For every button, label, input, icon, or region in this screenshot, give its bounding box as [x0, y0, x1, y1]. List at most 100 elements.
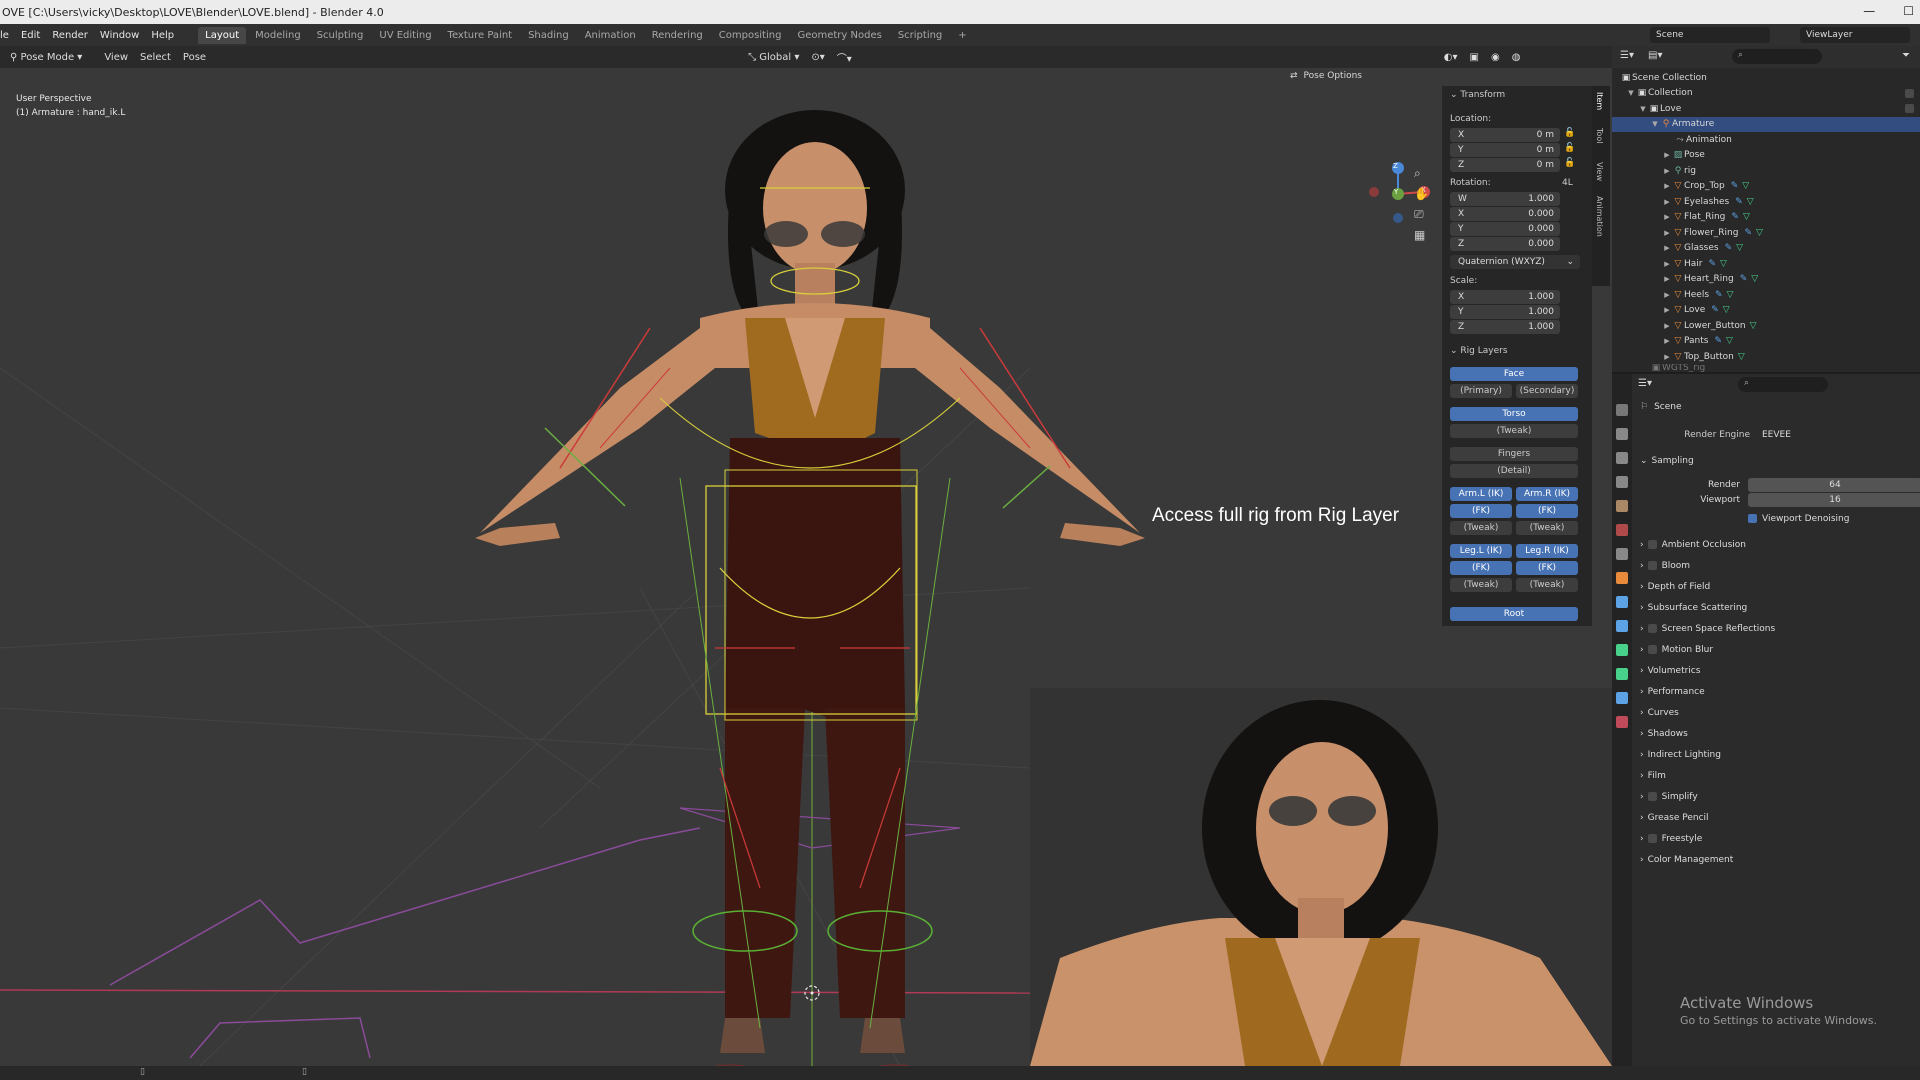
- render-tab-icon[interactable]: [1616, 428, 1628, 440]
- rig-layers-header[interactable]: ⌄ Rig Layers: [1450, 346, 1508, 356]
- panel-checkbox[interactable]: [1647, 624, 1657, 633]
- rig-layer-secondary[interactable]: (Secondary): [1516, 384, 1578, 398]
- maximize-button[interactable]: ☐: [1903, 4, 1914, 18]
- panel-grease-pencil[interactable]: › Grease Pencil: [1640, 807, 1920, 828]
- tree-row-animation[interactable]: ⤳ Animation: [1612, 132, 1920, 148]
- expand-arrow-icon[interactable]: ▶: [1662, 291, 1672, 299]
- location-y-field[interactable]: Y 0 m: [1450, 143, 1560, 157]
- outliner-search-input[interactable]: ⌕: [1732, 49, 1822, 64]
- constraint-tab-icon[interactable]: [1616, 620, 1628, 632]
- output-tab-icon[interactable]: [1616, 452, 1628, 464]
- pose-options[interactable]: ⇄ Pose Options: [1290, 68, 1362, 84]
- expand-arrow-icon[interactable]: ▼: [1650, 120, 1660, 128]
- panel-shadows[interactable]: › Shadows: [1640, 723, 1920, 744]
- minimize-button[interactable]: —: [1863, 4, 1875, 18]
- panel-checkbox[interactable]: [1647, 834, 1657, 843]
- menu-file[interactable]: le: [0, 30, 9, 41]
- panel-indirect-lighting[interactable]: › Indirect Lighting: [1640, 744, 1920, 765]
- scale-y-field[interactable]: Y 1.000: [1450, 305, 1560, 319]
- tab-item[interactable]: Item: [1594, 90, 1605, 112]
- rig-layer-leg-l-fk[interactable]: (FK): [1450, 561, 1512, 575]
- rig-layer-torso-tweak[interactable]: (Tweak): [1450, 424, 1578, 438]
- filter-icon[interactable]: ⏷: [1902, 50, 1910, 61]
- expand-arrow-icon[interactable]: ▶: [1662, 260, 1672, 268]
- expand-arrow-icon[interactable]: ▶: [1662, 306, 1672, 314]
- rig-layer-arm-l-tweak[interactable]: (Tweak): [1450, 521, 1512, 535]
- display-mode-icon[interactable]: ▤▾: [1648, 50, 1662, 61]
- tab-scripting[interactable]: Scripting: [891, 27, 949, 44]
- expand-arrow-icon[interactable]: ▶: [1662, 275, 1672, 283]
- rig-layer-fingers-detail[interactable]: (Detail): [1450, 464, 1578, 478]
- tree-row-wgts-rig[interactable]: ▣ WGTS_rig: [1612, 364, 1920, 372]
- tree-row-flower-ring[interactable]: ▶ ▽ Flower_Ring ✎ ▽: [1612, 225, 1920, 241]
- scene-tab-icon[interactable]: [1616, 500, 1628, 512]
- panel-color-management[interactable]: › Color Management: [1640, 849, 1920, 870]
- transform-header[interactable]: ⌄ Transform: [1450, 90, 1505, 100]
- expand-arrow-icon[interactable]: ▶: [1662, 244, 1672, 252]
- viewport-denoising-checkbox[interactable]: [1748, 514, 1757, 523]
- expand-arrow-icon[interactable]: ▶: [1662, 353, 1672, 361]
- tree-row-glasses[interactable]: ▶ ▽ Glasses ✎ ▽: [1612, 241, 1920, 257]
- rig-layer-arm-r-fk[interactable]: (FK): [1516, 504, 1578, 518]
- tree-row-lower-button[interactable]: ▶ ▽ Lower_Button ▽: [1612, 318, 1920, 334]
- tab-animation[interactable]: Animation: [578, 27, 643, 44]
- expand-arrow-icon[interactable]: ▶: [1662, 213, 1672, 221]
- shading-material-icon[interactable]: ◍: [1506, 50, 1527, 65]
- menu-view[interactable]: View: [98, 50, 134, 65]
- rig-layer-leg-l-tweak[interactable]: (Tweak): [1450, 578, 1512, 592]
- add-workspace-button[interactable]: +: [951, 27, 973, 44]
- expand-arrow-icon[interactable]: ▼: [1626, 89, 1636, 97]
- rig-layer-arm-l-fk[interactable]: (FK): [1450, 504, 1512, 518]
- panel-simplify[interactable]: › Simplify: [1640, 786, 1920, 807]
- rig-layer-leg-r-fk[interactable]: (FK): [1516, 561, 1578, 575]
- view-layer-tab-icon[interactable]: [1616, 476, 1628, 488]
- exclude-checkbox[interactable]: [1905, 88, 1914, 98]
- rig-layer-leg-r-tweak[interactable]: (Tweak): [1516, 578, 1578, 592]
- panel-curves[interactable]: › Curves: [1640, 702, 1920, 723]
- tree-row-scene-collection[interactable]: ▣ Scene Collection: [1612, 70, 1920, 86]
- panel-subsurface-scattering[interactable]: › Subsurface Scattering: [1640, 597, 1920, 618]
- panel-screen-space-reflections[interactable]: › Screen Space Reflections: [1640, 618, 1920, 639]
- menu-render[interactable]: Render: [52, 30, 88, 41]
- rig-layer-arm-r-ik[interactable]: Arm.R (IK): [1516, 487, 1578, 501]
- panel-checkbox[interactable]: [1647, 645, 1657, 654]
- snap-icon[interactable]: ⌒▾: [831, 48, 858, 67]
- world-tab-icon[interactable]: [1616, 524, 1628, 536]
- panel-film[interactable]: › Film: [1640, 765, 1920, 786]
- mode-selector[interactable]: ⚲ Pose Mode ▾: [4, 50, 88, 65]
- rotation-x-field[interactable]: X 0.000: [1450, 207, 1560, 221]
- panel-motion-blur[interactable]: › Motion Blur: [1640, 639, 1920, 660]
- pan-hand-icon[interactable]: ✋: [1414, 187, 1429, 201]
- lock-icon[interactable]: 🔓: [1564, 158, 1575, 168]
- view-layer-selector[interactable]: ViewLayer: [1800, 27, 1910, 43]
- panel-volumetrics[interactable]: › Volumetrics: [1640, 660, 1920, 681]
- tab-view[interactable]: View: [1594, 160, 1605, 183]
- tab-geometry-nodes[interactable]: Geometry Nodes: [790, 27, 888, 44]
- sampling-header[interactable]: ⌄ Sampling: [1640, 450, 1920, 471]
- tree-row-hair[interactable]: ▶ ▽ Hair ✎ ▽: [1612, 256, 1920, 272]
- tab-layout[interactable]: Layout: [198, 26, 247, 44]
- editor-type-icon[interactable]: ☰▾: [1638, 378, 1652, 389]
- rig-layer-arm-l-ik[interactable]: Arm.L (IK): [1450, 487, 1512, 501]
- tree-row-crop-top[interactable]: ▶ ▽ Crop_Top ✎ ▽: [1612, 179, 1920, 195]
- zoom-icon[interactable]: ⌕: [1414, 166, 1429, 181]
- menu-window[interactable]: Window: [100, 30, 139, 41]
- tab-uv-editing[interactable]: UV Editing: [372, 27, 438, 44]
- bone-tab-icon[interactable]: [1616, 668, 1628, 680]
- data-tab-icon[interactable]: [1616, 644, 1628, 656]
- tab-animation-side[interactable]: Animation: [1594, 194, 1605, 239]
- lock-icon[interactable]: 🔓: [1564, 128, 1575, 138]
- panel-checkbox[interactable]: [1647, 561, 1657, 570]
- modifier-tab-icon[interactable]: [1616, 596, 1628, 608]
- expand-arrow-icon[interactable]: ▼: [1638, 105, 1648, 113]
- tab-tool[interactable]: Tool: [1594, 126, 1605, 146]
- expand-arrow-icon[interactable]: ▶: [1662, 167, 1672, 175]
- rig-layer-leg-l-ik[interactable]: Leg.L (IK): [1450, 544, 1512, 558]
- tree-row-pose[interactable]: ▶ ▨ Pose: [1612, 148, 1920, 164]
- rotation-mode-select[interactable]: Quaternion (WXYZ) ⌄: [1450, 255, 1580, 269]
- tree-row-flat-ring[interactable]: ▶ ▽ Flat_Ring ✎ ▽: [1612, 210, 1920, 226]
- rotation-z-field[interactable]: Z 0.000: [1450, 237, 1560, 251]
- expand-arrow-icon[interactable]: ▶: [1662, 198, 1672, 206]
- tree-row-pants[interactable]: ▶ ▽ Pants ✎ ▽: [1612, 334, 1920, 350]
- tree-row-collection[interactable]: ▼ ▣ Collection: [1612, 86, 1920, 102]
